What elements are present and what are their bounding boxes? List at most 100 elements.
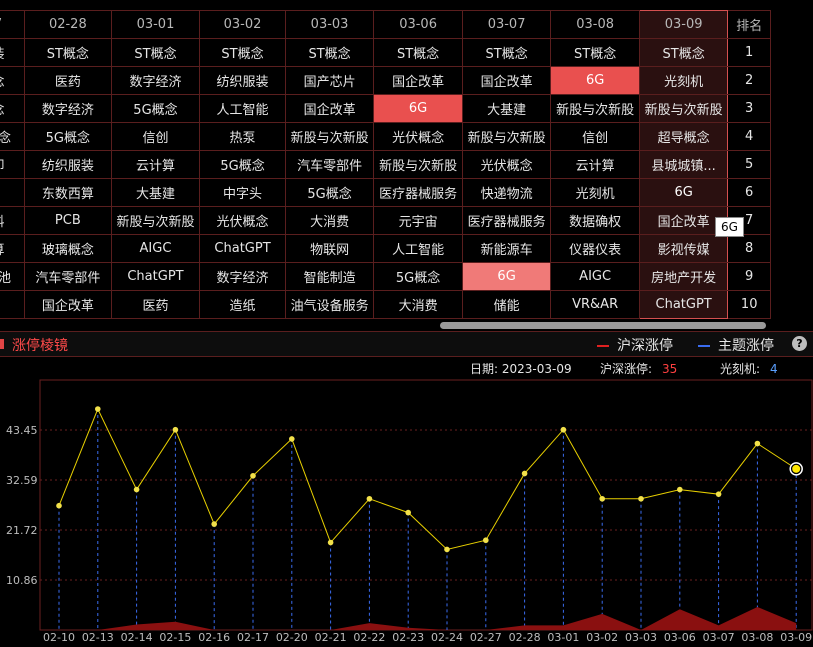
sector-cell[interactable]: 云计算 [110, 150, 201, 179]
sector-cell[interactable]: ChatGPT [199, 234, 286, 263]
sector-cell[interactable]: 5G概念 [199, 150, 286, 179]
sector-cell[interactable]: 仪器仪表 [550, 234, 640, 263]
sector-cell[interactable]: 5G概念 [23, 122, 112, 151]
sector-cell[interactable]: 面料 [0, 206, 25, 235]
sector-cell[interactable]: 服装 [0, 38, 25, 67]
sector-cell[interactable]: 新股与次新股 [461, 122, 552, 151]
sector-cell[interactable]: 快递物流 [461, 178, 552, 207]
sector-cell[interactable]: 中字头 [199, 178, 286, 207]
sector-cell[interactable]: ST概念 [23, 38, 112, 67]
sector-cell[interactable]: 西算 [0, 234, 25, 263]
sector-cell[interactable]: 数字经济 [110, 66, 201, 95]
sector-cell[interactable]: 新股与次新股 [373, 150, 463, 179]
sector-cell[interactable]: 大消费 [373, 290, 463, 319]
sector-cell[interactable]: 医药 [110, 290, 201, 319]
sector-cell[interactable]: 人工智能 [373, 234, 463, 263]
sector-cell[interactable]: ST概念 [199, 38, 286, 67]
sector-cell[interactable]: 元宇宙 [373, 206, 463, 235]
column-header[interactable]: 03-09 [638, 10, 729, 39]
sector-cell[interactable]: 大基建 [110, 178, 201, 207]
sector-cell[interactable]: ST概念 [373, 38, 463, 67]
sector-cell[interactable]: 县城城镇... [638, 150, 729, 179]
sector-cell[interactable]: 新股与次新股 [638, 94, 729, 123]
sector-cell[interactable]: 5G概念 [110, 94, 201, 123]
table-row[interactable]: 概念数字经济5G概念人工智能国企改革6G大基建新股与次新股新股与次新股3 [0, 94, 771, 123]
sector-cell[interactable]: 光伏概念 [199, 206, 286, 235]
sector-cell[interactable]: 油气设备服务 [284, 290, 375, 319]
sector-cell[interactable]: 概念 [0, 66, 25, 95]
sector-cell[interactable]: 数字经济 [199, 262, 286, 291]
sector-cell[interactable]: ChatGPT [638, 290, 729, 319]
sector-cell[interactable]: 大消费 [284, 206, 375, 235]
sector-cell[interactable]: 超导概念 [638, 122, 729, 151]
sector-cell[interactable]: 新股与次新股 [284, 122, 375, 151]
sector-cell[interactable]: PCB [23, 206, 112, 235]
sector-cell[interactable]: 人工智能 [199, 94, 286, 123]
sector-cell[interactable]: 大基建 [461, 94, 552, 123]
table-row[interactable]: 电东数西算大基建中字头5G概念医疗器械服务快递物流光刻机6G6 [0, 178, 771, 207]
sector-cell[interactable]: 国企改革 [23, 290, 112, 319]
table-row[interactable]: 西算玻璃概念AIGCChatGPT物联网人工智能新能源车仪器仪表影视传媒8 [0, 234, 771, 263]
sector-cell[interactable]: 房地产开发 [638, 262, 729, 291]
table-row[interactable]: 概念医药数字经济纺织服装国产芯片国企改革国企改革6G光刻机2 [0, 66, 771, 95]
column-header[interactable]: -27 [0, 10, 25, 39]
sector-cell[interactable]: 数字经济 [23, 94, 112, 123]
sector-cell[interactable]: 物联网 [284, 234, 375, 263]
sector-cell[interactable]: 5G概念 [284, 178, 375, 207]
sector-cell[interactable]: AIGC [550, 262, 640, 291]
sector-cell[interactable]: VR&AR [550, 290, 640, 319]
sector-cell[interactable]: ST概念 [284, 38, 375, 67]
table-row[interactable]: 池概念5G概念信创热泵新股与次新股光伏概念新股与次新股信创超导概念4 [0, 122, 771, 151]
sector-cell[interactable]: 光刻机 [550, 178, 640, 207]
sector-cell[interactable]: 新股与次新股 [550, 94, 640, 123]
sector-cell[interactable]: 电 [0, 178, 25, 207]
sector-cell[interactable]: 6G [638, 178, 729, 207]
sector-cell[interactable]: 数据确权 [550, 206, 640, 235]
column-header[interactable]: 03-02 [199, 10, 286, 39]
column-header[interactable]: 排名 [727, 10, 771, 39]
legend-theme-limitup[interactable]: 主题涨停 [698, 335, 774, 355]
column-header[interactable]: 03-07 [461, 10, 552, 39]
sector-cell[interactable]: 概念 [0, 94, 25, 123]
sector-cell[interactable]: 光刻机 [638, 66, 729, 95]
column-header[interactable]: 02-28 [23, 10, 112, 39]
sector-cell[interactable]: ST概念 [110, 38, 201, 67]
sector-cell[interactable]: 智能制造 [284, 262, 375, 291]
table-row[interactable]: 子电池汽车零部件ChatGPT数字经济智能制造5G概念6GAIGC房地产开发9 [0, 262, 771, 291]
sector-cell[interactable]: ChatGPT [110, 262, 201, 291]
table-row[interactable]: 面料PCB新股与次新股光伏概念大消费元宇宙医疗器械服务数据确权国企改革7 [0, 206, 771, 235]
sector-cell[interactable]: 热泵 [199, 122, 286, 151]
sector-cell[interactable]: 能 [0, 290, 25, 319]
sector-cell[interactable]: ST概念 [461, 38, 552, 67]
sector-cell[interactable]: 医药 [23, 66, 112, 95]
sector-cell[interactable]: 汽车零部件 [284, 150, 375, 179]
sector-cell[interactable]: 云计算 [550, 150, 640, 179]
sector-cell[interactable]: 造纸 [199, 290, 286, 319]
sector-cell[interactable]: 医疗器械服务 [373, 178, 463, 207]
table-row[interactable]: 服装ST概念ST概念ST概念ST概念ST概念ST概念ST概念ST概念1 [0, 38, 771, 67]
sector-cell[interactable]: 国企改革 [284, 94, 375, 123]
limitup-chart[interactable]: 43.45 32.59 21.72 10.86 02-10 02-13 02-14 02-15… [0, 375, 813, 647]
sector-cell[interactable]: ST概念 [638, 38, 729, 67]
sector-cell[interactable]: 医疗器械服务 [461, 206, 552, 235]
sector-cell[interactable]: 纺织服装 [23, 150, 112, 179]
sector-cell[interactable]: 子电池 [0, 262, 25, 291]
sector-cell[interactable]: 汽车零部件 [23, 262, 112, 291]
column-header[interactable]: 03-01 [110, 10, 201, 39]
sector-cell[interactable]: 新股与次新股 [110, 206, 201, 235]
sector-cell[interactable]: 信创 [110, 122, 201, 151]
column-header[interactable]: 03-06 [373, 10, 463, 39]
sector-cell[interactable]: 光伏概念 [373, 122, 463, 151]
sector-cell[interactable]: 光伏概念 [461, 150, 552, 179]
column-header[interactable]: 03-08 [550, 10, 640, 39]
sector-cell[interactable]: 5G概念 [373, 262, 463, 291]
table-row[interactable]: 能国企改革医药造纸油气设备服务大消费储能VR&ARChatGPT10 [0, 290, 771, 319]
legend-market-limitup[interactable]: 沪深涨停 [597, 335, 673, 355]
scrollbar-thumb[interactable] [440, 322, 766, 329]
sector-cell[interactable]: 东数西算 [23, 178, 112, 207]
sector-cell[interactable]: 玻璃概念 [23, 234, 112, 263]
horizontal-scrollbar[interactable] [0, 318, 813, 330]
sector-cell[interactable]: 影视传媒 [638, 234, 729, 263]
column-header[interactable]: 03-03 [284, 10, 375, 39]
sector-cell[interactable]: 6G [550, 66, 640, 95]
